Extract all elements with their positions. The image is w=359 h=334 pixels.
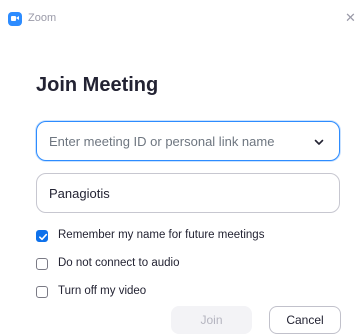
name-input-value: Panagiotis — [49, 186, 110, 201]
chevron-down-icon[interactable] — [313, 136, 325, 148]
close-icon[interactable]: ✕ — [345, 10, 359, 26]
meeting-id-placeholder: Enter meeting ID or personal link name — [49, 134, 275, 149]
cancel-button[interactable]: Cancel — [269, 306, 341, 334]
remember-name-label: Remember my name for future meetings — [58, 229, 265, 241]
name-input[interactable]: Panagiotis — [36, 173, 340, 213]
join-button[interactable]: Join — [171, 306, 252, 334]
video-off-label: Turn off my video — [58, 285, 147, 297]
no-audio-checkbox[interactable] — [36, 258, 48, 270]
no-audio-label: Do not connect to audio — [58, 257, 180, 269]
meeting-id-combobox[interactable]: Enter meeting ID or personal link name — [36, 121, 340, 161]
remember-name-option[interactable]: Remember my name for future meetings — [36, 229, 336, 245]
no-audio-option[interactable]: Do not connect to audio — [36, 257, 336, 273]
title-bar: Zoom ✕ — [0, 0, 359, 38]
video-off-option[interactable]: Turn off my video — [36, 285, 336, 301]
zoom-camera-icon — [8, 12, 22, 26]
remember-name-checkbox[interactable] — [36, 230, 48, 242]
video-off-checkbox[interactable] — [36, 286, 48, 298]
window-title: Zoom — [28, 12, 57, 24]
page-title: Join Meeting — [36, 74, 159, 96]
